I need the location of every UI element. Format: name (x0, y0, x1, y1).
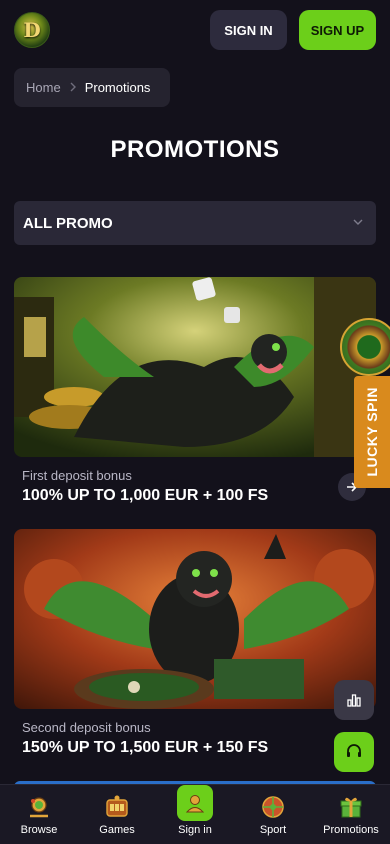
stats-button[interactable] (334, 680, 374, 720)
games-icon (103, 793, 131, 821)
page-title: PROMOTIONS (110, 136, 280, 163)
promo-label: Second deposit bonus (22, 720, 151, 735)
support-button[interactable] (334, 732, 374, 772)
promo-card[interactable]: First deposit bonus 100% UP TO 1,000 EUR… (14, 277, 376, 507)
logo-letter: D (23, 18, 41, 42)
sign-in-button[interactable]: SIGN IN (210, 10, 287, 50)
wheel-icon (340, 318, 390, 376)
promo-image (14, 277, 376, 457)
lucky-spin-widget[interactable]: LUCKY SPIN (340, 318, 390, 488)
lucky-spin-label: LUCKY SPIN (364, 387, 380, 477)
chevron-right-icon (69, 81, 77, 95)
lucky-spin-tab[interactable]: LUCKY SPIN (354, 376, 390, 488)
promo-title: 150% UP TO 1,500 EUR + 150 FS (22, 739, 269, 756)
promo-image (14, 529, 376, 709)
nav-sign-in[interactable]: Sign in (156, 785, 234, 844)
ball-icon (259, 793, 287, 821)
nav-promotions[interactable]: Promotions (312, 785, 390, 844)
browse-icon (25, 793, 53, 821)
user-icon (177, 785, 213, 821)
bar-chart-icon (347, 694, 361, 707)
headset-icon (347, 744, 361, 757)
breadcrumb-home-link[interactable]: Home (26, 80, 61, 95)
nav-label: Games (99, 824, 135, 836)
promo-title: 100% UP TO 1,000 EUR + 100 FS (22, 487, 269, 504)
nav-games[interactable]: Games (78, 785, 156, 844)
nav-label: Sign in (178, 824, 212, 836)
logo[interactable]: D (14, 12, 50, 48)
chevron-down-icon (352, 215, 364, 227)
promo-filter-value: ALL PROMO (23, 214, 113, 232)
gift-icon (337, 793, 365, 821)
breadcrumb-current: Promotions (84, 80, 151, 95)
nav-sport[interactable]: Sport (234, 785, 312, 844)
nav-label: Browse (20, 824, 58, 836)
breadcrumb: Home Promotions (14, 68, 170, 107)
nav-label: Promotions (323, 824, 379, 836)
promo-label: First deposit bonus (22, 468, 132, 483)
nav-browse[interactable]: Browse (0, 785, 78, 844)
bottom-nav: Browse Games Sign in Sport Promotions (0, 784, 390, 844)
sign-up-button[interactable]: SIGN UP (299, 10, 376, 50)
nav-label: Sport (259, 824, 287, 836)
promo-filter-select[interactable]: ALL PROMO (14, 201, 376, 245)
header: D SIGN IN SIGN UP (0, 0, 390, 60)
promo-card[interactable]: Second deposit bonus 150% UP TO 1,500 EU… (14, 529, 376, 759)
